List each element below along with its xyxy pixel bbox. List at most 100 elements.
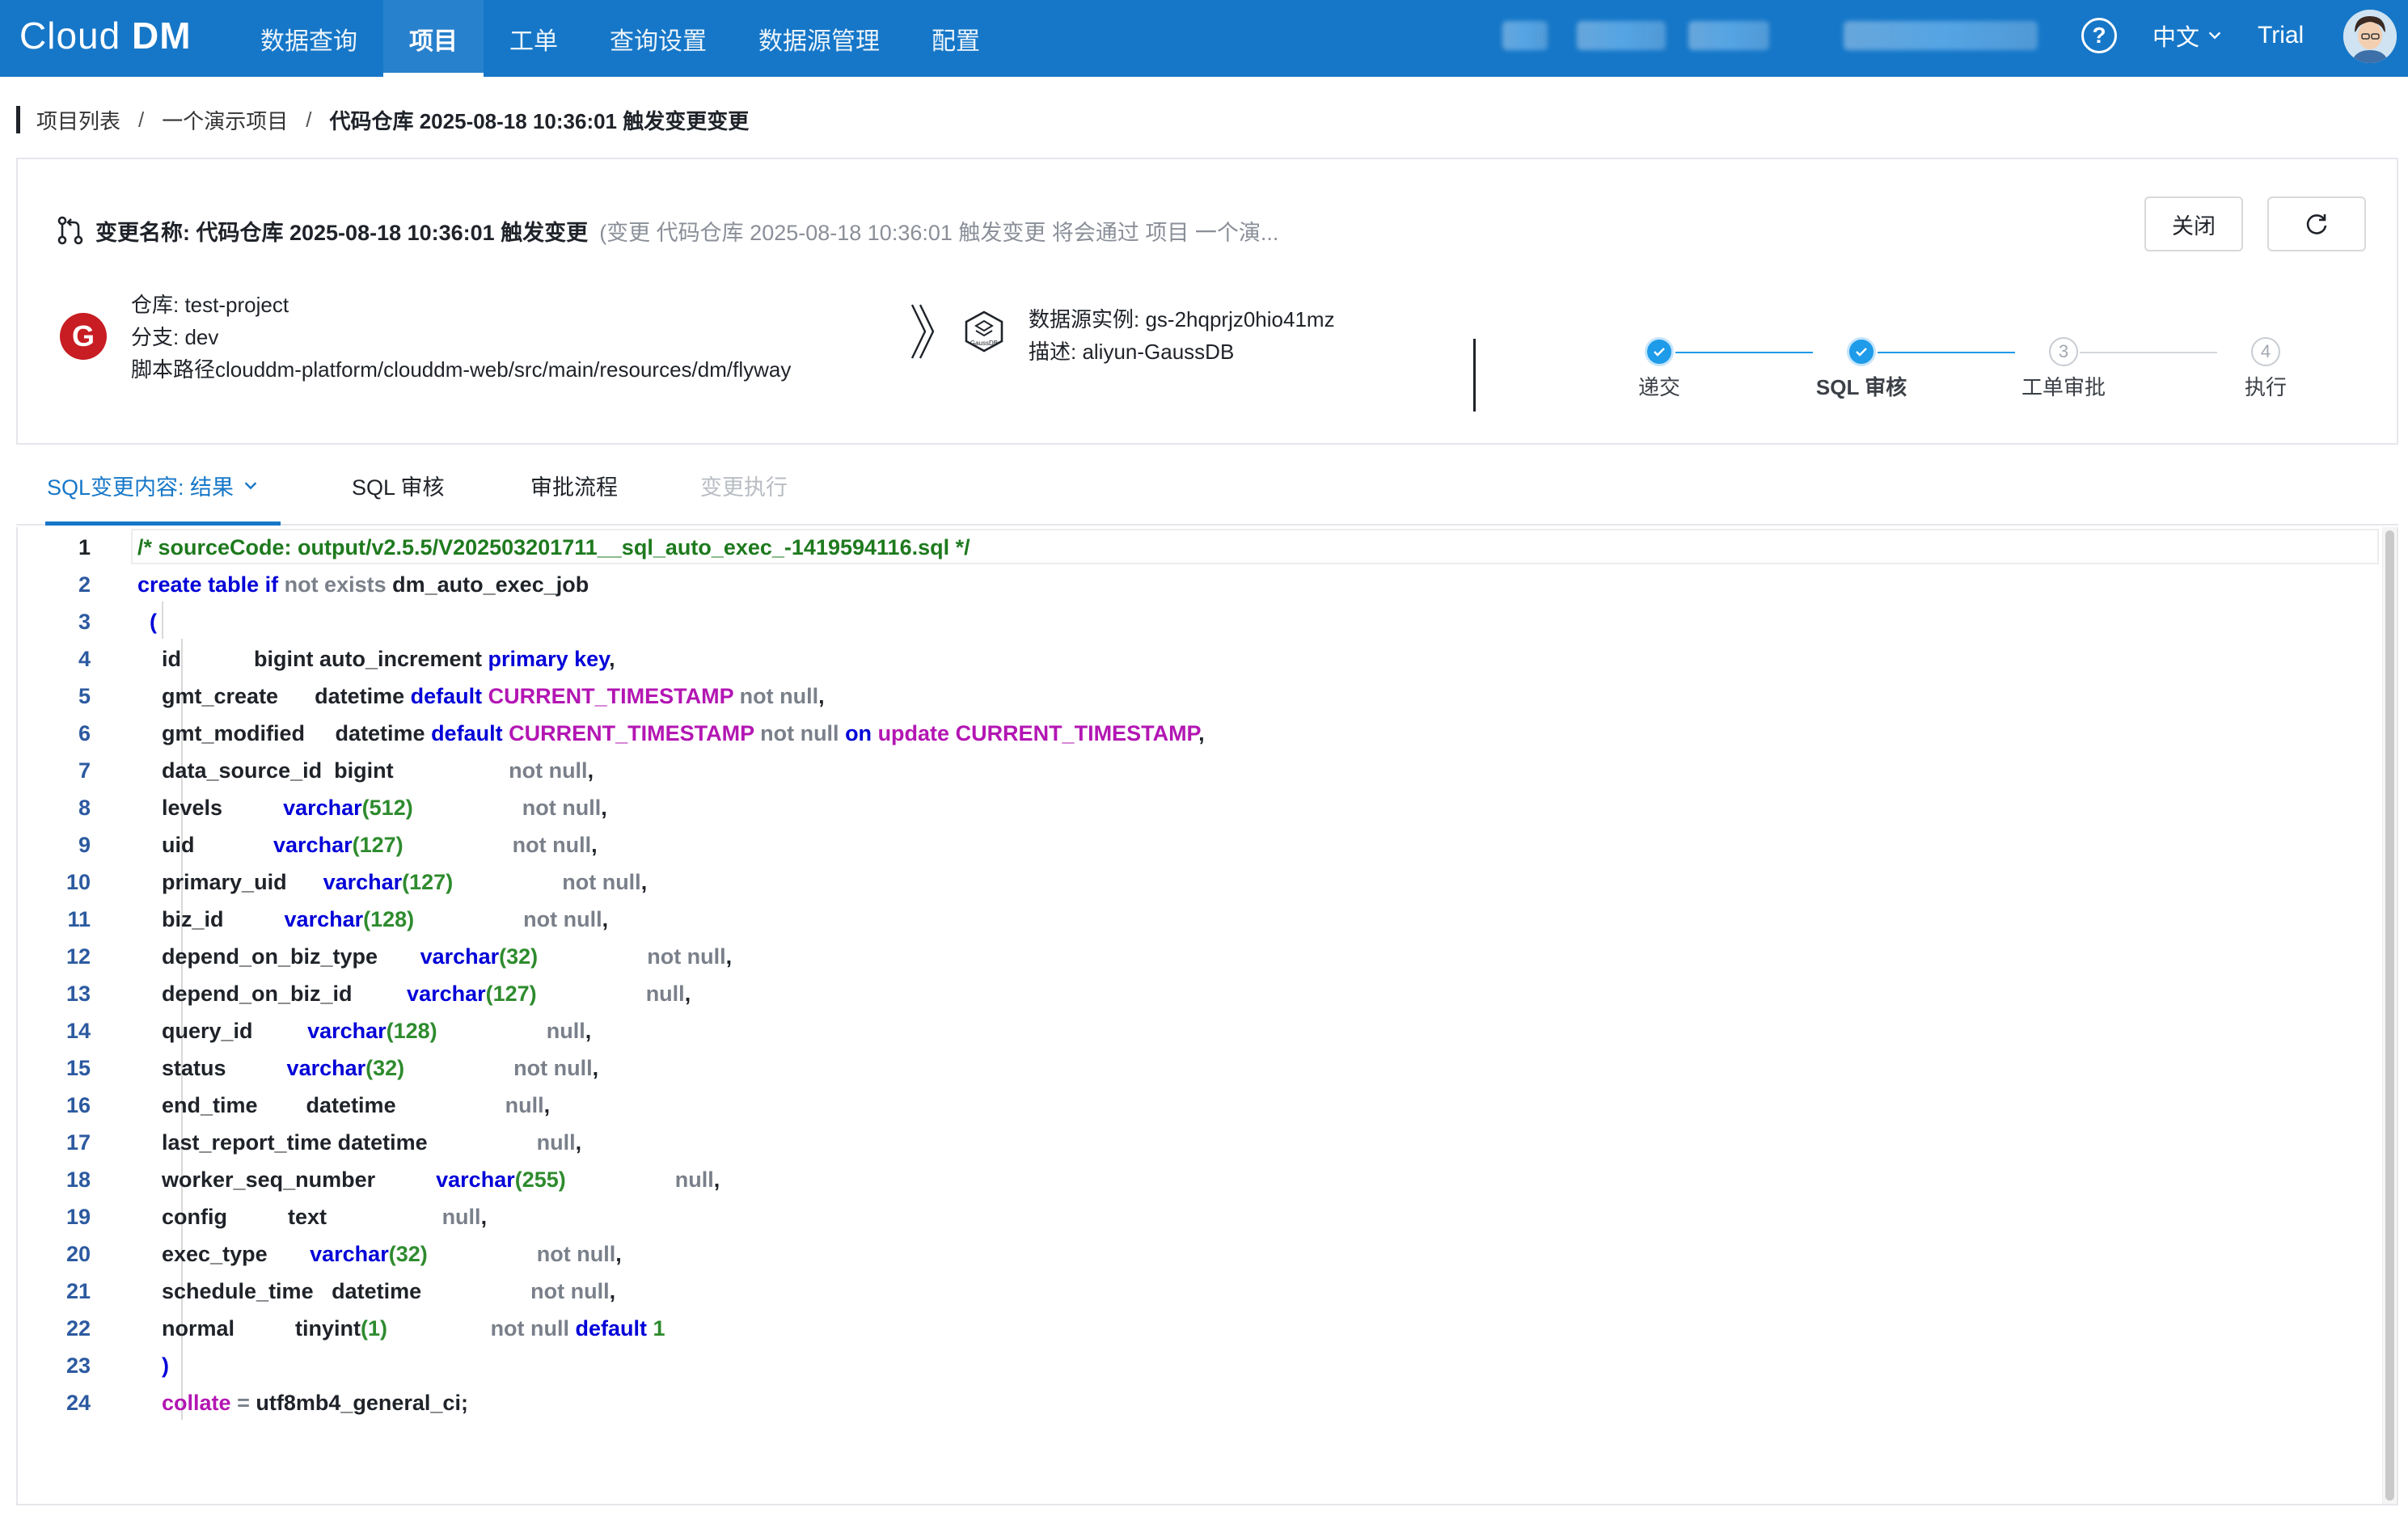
breadcrumb-marker <box>16 106 20 133</box>
breadcrumb-current: 代码仓库 2025-08-18 10:36:01 触发变更变更 <box>329 108 750 133</box>
language-label: 中文 <box>2152 25 2200 51</box>
help-icon[interactable]: ? <box>2081 18 2117 53</box>
nav-item-4[interactable]: 数据源管理 <box>733 0 906 77</box>
breadcrumb-projects[interactable]: 项目列表 <box>36 105 120 135</box>
code-token: levels <box>137 796 284 820</box>
code-token: (127) <box>352 833 403 857</box>
line-number: 9 <box>78 833 91 857</box>
line-number: 21 <box>65 1279 91 1303</box>
code-line: last_report_time datetime null, <box>137 1124 581 1161</box>
nav-item-3[interactable]: 查询设置 <box>584 0 733 77</box>
change-description: (变更 代码仓库 2025-08-18 10:36:01 触发变更 将会通过 项… <box>599 220 1279 245</box>
code-token: 1 <box>653 1316 665 1341</box>
code-line: normal tinyint(1) not null default 1 <box>137 1310 665 1347</box>
breadcrumb-separator: / <box>306 107 312 132</box>
code-token: varchar <box>436 1167 515 1192</box>
chevron-down-icon <box>244 482 257 490</box>
code-token: (32) <box>388 1242 428 1266</box>
code-token: exec_type <box>137 1242 311 1266</box>
code-token: , <box>592 1056 599 1080</box>
code-token: , <box>725 944 733 969</box>
nav-item-1[interactable]: 项目 <box>383 0 484 77</box>
code-token: ) <box>162 1353 170 1378</box>
line-number: 14 <box>65 1019 91 1043</box>
datasource-info: GaussDB 数据源实例: gs-2hqprjz0hio41mz 描述: al… <box>962 303 1335 368</box>
sql-code-editor[interactable]: 1 2 3 4 5 6 7 8 9 10 11 12 13 14 15 16 17 18 19 20 21 22 23 24 … <box>16 527 2398 1505</box>
line-number: 2 <box>78 572 91 597</box>
datasource-description: 描述: aliyun-GaussDB <box>1029 340 1235 364</box>
code-token: , <box>684 982 691 1006</box>
code-token: null <box>674 1167 714 1192</box>
code-token: varchar <box>323 870 403 894</box>
code-token: not exists <box>284 572 393 597</box>
tab-label: SQL 审核 <box>352 475 445 500</box>
line-number: 12 <box>65 944 91 969</box>
vertical-scrollbar[interactable] <box>2382 527 2397 1504</box>
code-token: status <box>137 1056 287 1080</box>
code-token: create table if <box>137 572 285 597</box>
plan-label[interactable]: Trial <box>2258 18 2304 53</box>
line-number: 1 <box>78 535 91 559</box>
change-name: 变更名称: 代码仓库 2025-08-18 10:36:01 触发变更 <box>95 220 589 245</box>
avatar[interactable] <box>2343 10 2397 63</box>
code-line: create table if not exists dm_auto_exec_… <box>137 566 589 603</box>
code-token: ( <box>150 610 158 634</box>
breadcrumb: 项目列表 / 一个演示项目 / 代码仓库 2025-08-18 10:36:01… <box>16 103 749 136</box>
code-token: (128) <box>386 1019 437 1043</box>
nav-item-0[interactable]: 数据查询 <box>234 0 383 77</box>
line-number: 8 <box>78 796 91 820</box>
code-token: null <box>546 1019 585 1043</box>
line-number: 20 <box>65 1242 91 1266</box>
code-token: varchar <box>283 796 362 820</box>
scrollbar-thumb[interactable] <box>2385 530 2394 1501</box>
code-token: not null <box>522 796 602 820</box>
step-number: 4 <box>2251 337 2280 366</box>
code-line: query_id varchar(128) null, <box>137 1012 591 1049</box>
tab-3: 变更执行 <box>700 446 788 524</box>
check-icon <box>1645 337 1674 366</box>
code-token: schedule_time datetime <box>137 1279 531 1303</box>
close-button[interactable]: 关闭 <box>2144 196 2243 251</box>
change-info-card: 变更名称: 代码仓库 2025-08-18 10:36:01 触发变更 (变更 … <box>16 158 2398 445</box>
check-icon <box>1847 337 1876 366</box>
gitee-logo-icon: G <box>60 313 107 360</box>
logo-suffix: DM <box>131 15 192 57</box>
line-number: 18 <box>65 1167 91 1192</box>
code-token: utf8mb4_general_ci; <box>256 1391 468 1415</box>
refresh-button[interactable] <box>2267 196 2366 251</box>
step-3: 4 执行 <box>2185 337 2347 401</box>
code-token: not null <box>647 944 726 969</box>
redacted-area <box>1502 21 1548 50</box>
language-switcher[interactable]: 中文 <box>2152 18 2224 53</box>
app-logo[interactable]: Cloud DM <box>19 11 192 60</box>
code-line: ( <box>137 603 157 640</box>
code-token: , <box>585 1019 592 1043</box>
code-token: not null <box>536 1242 616 1266</box>
code-token: null <box>505 1093 544 1117</box>
code-token: primary_uid <box>137 870 323 894</box>
code-token: (128) <box>363 907 415 931</box>
code-line: worker_seq_number varchar(255) null, <box>137 1161 720 1198</box>
code-line: /* sourceCode: output/v2.5.5/V2025032017… <box>137 529 970 566</box>
tab-label: 变更执行 <box>700 475 788 500</box>
nav-item-2[interactable]: 工单 <box>484 0 584 77</box>
step-1: SQL 审核 <box>1781 337 1942 401</box>
tab-1[interactable]: SQL 审核 <box>352 446 445 524</box>
code-token: varchar <box>407 982 486 1006</box>
line-number: 4 <box>78 647 91 671</box>
code-line: ) <box>137 1347 169 1384</box>
line-number-gutter: 1 2 3 4 5 6 7 8 9 10 11 12 13 14 15 16 17 18 19 20 21 22 23 24 <box>18 527 131 1504</box>
tab-2[interactable]: 审批流程 <box>530 446 618 524</box>
code-area[interactable]: /* sourceCode: output/v2.5.5/V2025032017… <box>137 527 2381 1504</box>
repo-branch: 分支: dev <box>131 325 219 349</box>
breadcrumb-project[interactable]: 一个演示项目 <box>162 105 288 135</box>
code-token: end_time datetime <box>137 1093 505 1117</box>
nav-item-5[interactable]: 配置 <box>906 0 1006 77</box>
tab-0[interactable]: SQL变更内容: 结果 <box>44 446 281 526</box>
step-2: 3 工单审批 <box>1983 337 2144 401</box>
code-token: , <box>615 1242 622 1266</box>
